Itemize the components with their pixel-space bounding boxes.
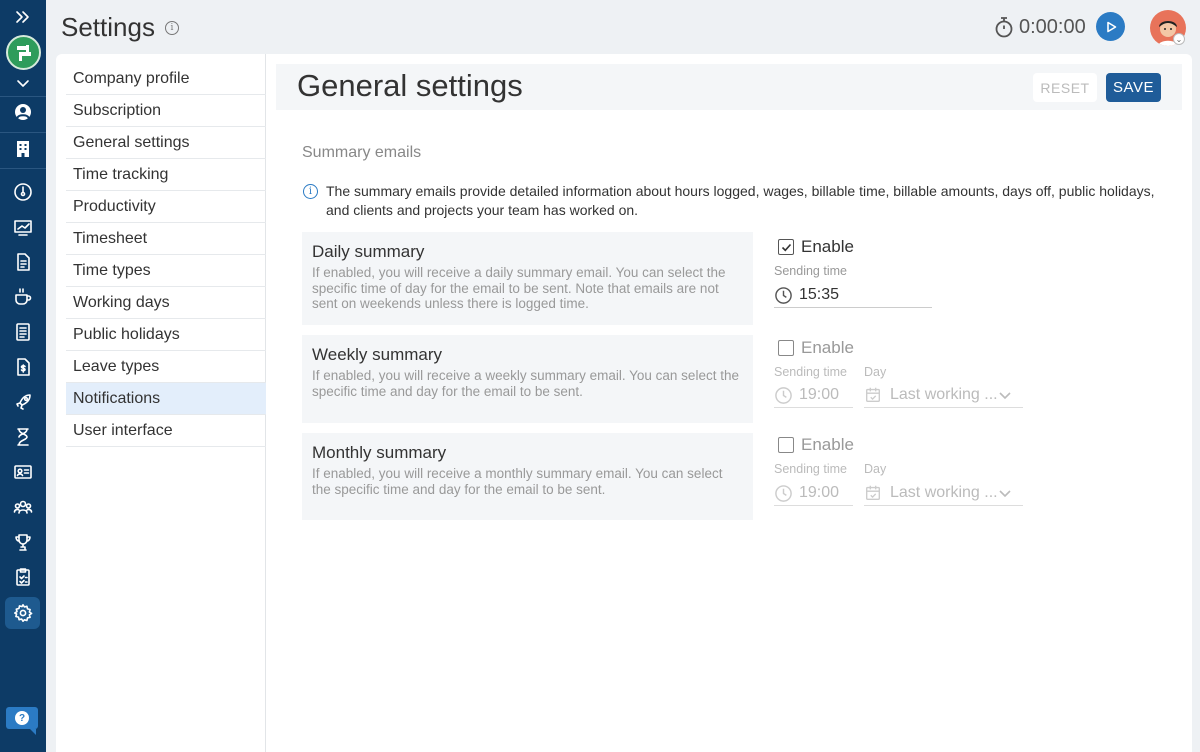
monthly-summary-card: Monthly summary If enabled, you will rec…	[302, 433, 753, 520]
checkbox-unchecked-icon	[778, 340, 794, 356]
trophy-icon[interactable]	[5, 527, 40, 557]
dashboard-icon[interactable]	[5, 177, 40, 207]
summary-notice-text: The summary emails provide detailed info…	[326, 183, 1155, 218]
weekly-sending-time-label: Sending time	[774, 365, 847, 379]
start-timer-button[interactable]	[1096, 12, 1125, 41]
weekly-day-value: Last working ...	[890, 386, 998, 403]
monthly-day-select[interactable]: Last working ...	[864, 481, 1023, 506]
menu-item-timesheet[interactable]: Timesheet	[66, 223, 266, 255]
daily-summary-title: Daily summary	[312, 242, 425, 261]
monthly-day-label: Day	[864, 462, 887, 476]
daily-summary-description: If enabled, you will receive a daily sum…	[312, 265, 726, 311]
report-icon[interactable]	[5, 317, 40, 347]
weekly-sending-time-value: 19:00	[799, 386, 840, 403]
menu-item-general-settings[interactable]: General settings	[66, 127, 266, 159]
menu-item-productivity[interactable]: Productivity	[66, 191, 266, 223]
daily-sending-time-input[interactable]: 15:35	[774, 283, 932, 308]
info-icon[interactable]: i	[165, 21, 179, 35]
content-title: General settings	[297, 68, 523, 103]
checkbox-unchecked-icon	[778, 437, 794, 453]
weekly-summary-description: If enabled, you will receive a weekly su…	[312, 368, 739, 399]
calendar-check-icon	[864, 386, 882, 404]
weekly-sending-time-input[interactable]: 19:00	[774, 383, 853, 408]
save-button[interactable]: SAVE	[1106, 73, 1161, 102]
monthly-summary-title: Monthly summary	[312, 443, 447, 462]
id-card-icon[interactable]	[5, 457, 40, 487]
daily-summary-card: Daily summary If enabled, you will recei…	[302, 232, 753, 325]
chevron-down-icon[interactable]	[5, 68, 40, 98]
checkbox-checked-icon	[778, 239, 794, 255]
stopwatch-icon	[995, 17, 1013, 38]
menu-item-time-tracking[interactable]: Time tracking	[66, 159, 266, 191]
monthly-sending-time-input[interactable]: 19:00	[774, 481, 853, 506]
menu-item-public-holidays[interactable]: Public holidays	[66, 319, 266, 351]
daily-enable-label: Enable	[801, 237, 854, 256]
chevron-down-icon	[998, 390, 1012, 400]
calendar-check-icon	[864, 484, 882, 502]
daily-sending-time-label: Sending time	[774, 264, 847, 278]
hourglass-icon[interactable]	[5, 422, 40, 452]
rocket-icon[interactable]	[5, 387, 40, 417]
rail-divider	[0, 168, 46, 169]
menu-item-time-types[interactable]: Time types	[66, 255, 266, 287]
monthly-enable-checkbox[interactable]: Enable	[778, 435, 854, 455]
weekly-day-select[interactable]: Last working ...	[864, 383, 1023, 408]
clock-icon	[774, 286, 793, 305]
app-sidebar: ?	[0, 0, 46, 752]
monthly-day-value: Last working ...	[890, 484, 998, 501]
rail-divider	[0, 132, 46, 133]
weekly-enable-checkbox[interactable]: Enable	[778, 338, 854, 358]
building-icon[interactable]	[5, 134, 40, 164]
reset-button[interactable]: RESET	[1033, 73, 1097, 102]
expand-sidebar-icon[interactable]	[5, 2, 40, 32]
monthly-sending-time-label: Sending time	[774, 462, 847, 476]
menu-item-notifications[interactable]: Notifications	[66, 383, 266, 415]
question-icon: ?	[15, 711, 29, 725]
timer-display: 0:00:00	[1019, 16, 1086, 38]
daily-sending-time-value: 15:35	[799, 286, 840, 303]
settings-menu: Company profile Subscription General set…	[66, 63, 266, 447]
invoice-icon[interactable]	[5, 352, 40, 382]
app-logo[interactable]	[6, 35, 41, 70]
chart-icon[interactable]	[5, 212, 40, 242]
play-icon	[1106, 21, 1116, 32]
clipboard-icon[interactable]	[5, 562, 40, 592]
menu-item-subscription[interactable]: Subscription	[66, 95, 266, 127]
user-icon[interactable]	[5, 97, 40, 127]
clock-icon	[774, 484, 793, 503]
coffee-icon[interactable]	[5, 282, 40, 312]
weekly-summary-title: Weekly summary	[312, 345, 443, 364]
clock-icon	[774, 386, 793, 405]
chevron-down-icon	[998, 488, 1012, 498]
weekly-summary-card: Weekly summary If enabled, you will rece…	[302, 335, 753, 423]
monthly-summary-description: If enabled, you will receive a monthly s…	[312, 466, 723, 497]
menu-item-working-days[interactable]: Working days	[66, 287, 266, 319]
menu-item-user-interface[interactable]: User interface	[66, 415, 266, 447]
section-title: Summary emails	[302, 144, 422, 161]
monthly-enable-label: Enable	[801, 435, 854, 454]
help-chat-icon[interactable]: ?	[6, 707, 38, 735]
document-icon[interactable]	[5, 247, 40, 277]
monthly-sending-time-value: 19:00	[799, 484, 840, 501]
menu-item-leave-types[interactable]: Leave types	[66, 351, 266, 383]
settings-icon[interactable]	[5, 597, 40, 629]
weekly-enable-label: Enable	[801, 338, 854, 357]
team-icon[interactable]	[5, 492, 40, 522]
page-title: Settings	[61, 12, 155, 42]
avatar-menu-chevron-icon[interactable]: ⌄	[1173, 33, 1185, 45]
weekly-day-label: Day	[864, 365, 887, 379]
info-icon: i	[303, 184, 318, 199]
menu-item-company-profile[interactable]: Company profile	[66, 63, 266, 95]
daily-enable-checkbox[interactable]: Enable	[778, 237, 854, 257]
